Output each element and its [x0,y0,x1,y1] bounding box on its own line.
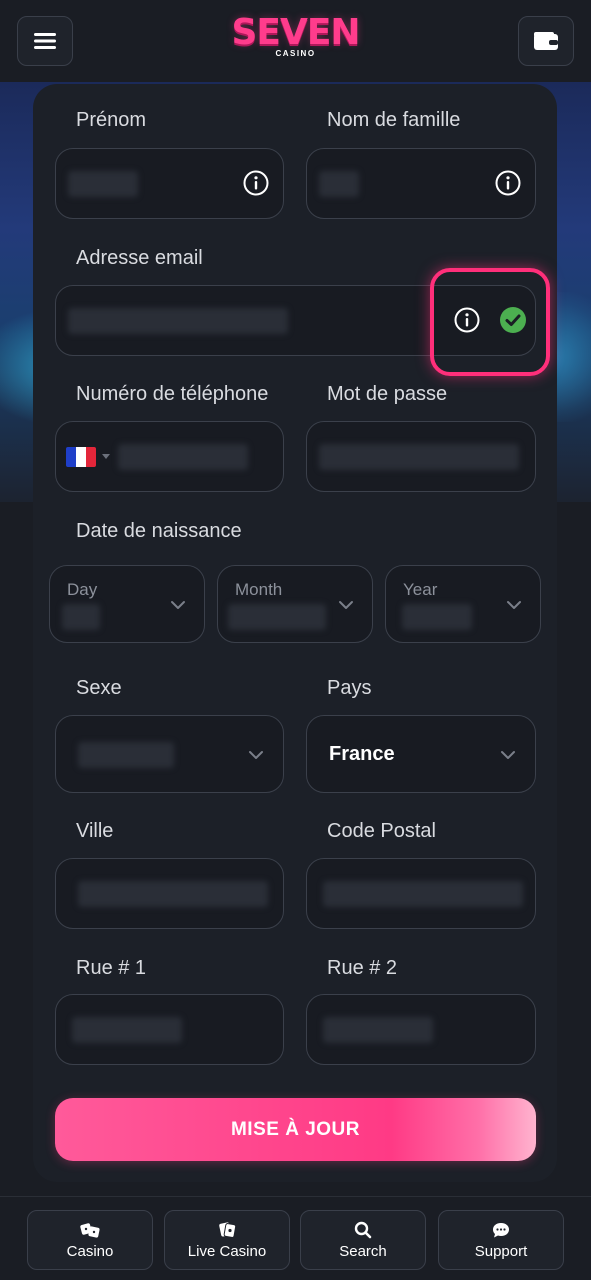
street1-label: Rue # 1 [76,957,147,979]
country-label: Pays [327,677,372,699]
nav-label: Live Casino [187,1242,267,1260]
chevron-down-icon [501,751,515,759]
chevron-down-icon [339,601,353,609]
city-redacted-value [78,881,268,907]
chevron-down-icon [507,601,521,609]
cards-icon [219,1221,237,1238]
dob-day-redacted-value [62,604,100,630]
country-code-caret-icon[interactable] [102,454,110,459]
logo-subtext: CASINO [275,49,316,58]
highlight-box [430,268,550,376]
dob-year-select[interactable]: Year [385,565,541,643]
dob-day-select[interactable]: Day [49,565,205,643]
dob-year-label: Year [403,580,438,599]
gender-label: Sexe [76,677,122,699]
chevron-down-icon [249,751,263,759]
update-button[interactable]: MISE À JOUR [55,1098,536,1161]
country-selected-value: France [329,743,395,765]
first-name-redacted-value [68,171,138,197]
nav-label: Search [339,1242,387,1260]
first-name-field[interactable] [55,148,284,219]
nav-label: Support [474,1242,528,1260]
dob-label: Date de naissance [76,520,242,542]
dob-day-label: Day [67,580,98,599]
nav-casino[interactable]: Casino [27,1210,153,1270]
chevron-down-icon [171,601,185,609]
nav-live-casino[interactable]: Live Casino [164,1210,290,1270]
street2-label: Rue # 2 [327,957,398,979]
phone-redacted-value [118,444,248,470]
password-label: Mot de passe [327,383,448,405]
search-icon [354,1221,372,1238]
wallet-icon [534,32,558,50]
logo-text: SEVEN [231,12,360,53]
gender-select[interactable] [55,715,284,793]
email-label: Adresse email [76,247,203,269]
first-name-label: Prénom [76,109,147,131]
nav-label: Casino [66,1242,114,1260]
postal-code-field[interactable] [306,858,536,929]
password-redacted-value [319,444,519,470]
france-flag-icon[interactable] [66,447,96,467]
info-icon[interactable] [243,170,269,196]
dob-month-redacted-value [228,604,326,630]
postal-code-label: Code Postal [327,820,436,842]
last-name-redacted-value [319,171,359,197]
street1-field[interactable] [55,994,284,1065]
dice-icon [80,1222,100,1238]
bottom-navigation: Casino Live Casino Search Support [0,1196,591,1280]
last-name-label: Nom de famille [327,109,461,131]
country-select[interactable]: France [306,715,536,793]
dob-month-select[interactable]: Month [217,565,373,643]
dob-year-redacted-value [402,604,472,630]
top-header: SEVEN CASINO [0,0,591,82]
street2-redacted-value [323,1017,433,1043]
email-redacted-value [68,308,288,334]
password-field[interactable] [306,421,536,492]
dob-month-label: Month [235,580,283,599]
chat-icon [493,1222,509,1237]
wallet-button[interactable] [518,16,574,66]
last-name-field[interactable] [306,148,536,219]
nav-support[interactable]: Support [438,1210,564,1270]
gender-redacted-value [78,742,174,768]
city-label: Ville [76,820,114,842]
postal-code-redacted-value [323,881,523,907]
street1-redacted-value [72,1017,182,1043]
city-field[interactable] [55,858,284,929]
site-logo[interactable]: SEVEN CASINO [0,12,591,59]
phone-label: Numéro de téléphone [76,383,269,405]
nav-search[interactable]: Search [300,1210,426,1270]
info-icon[interactable] [495,170,521,196]
street2-field[interactable] [306,994,536,1065]
